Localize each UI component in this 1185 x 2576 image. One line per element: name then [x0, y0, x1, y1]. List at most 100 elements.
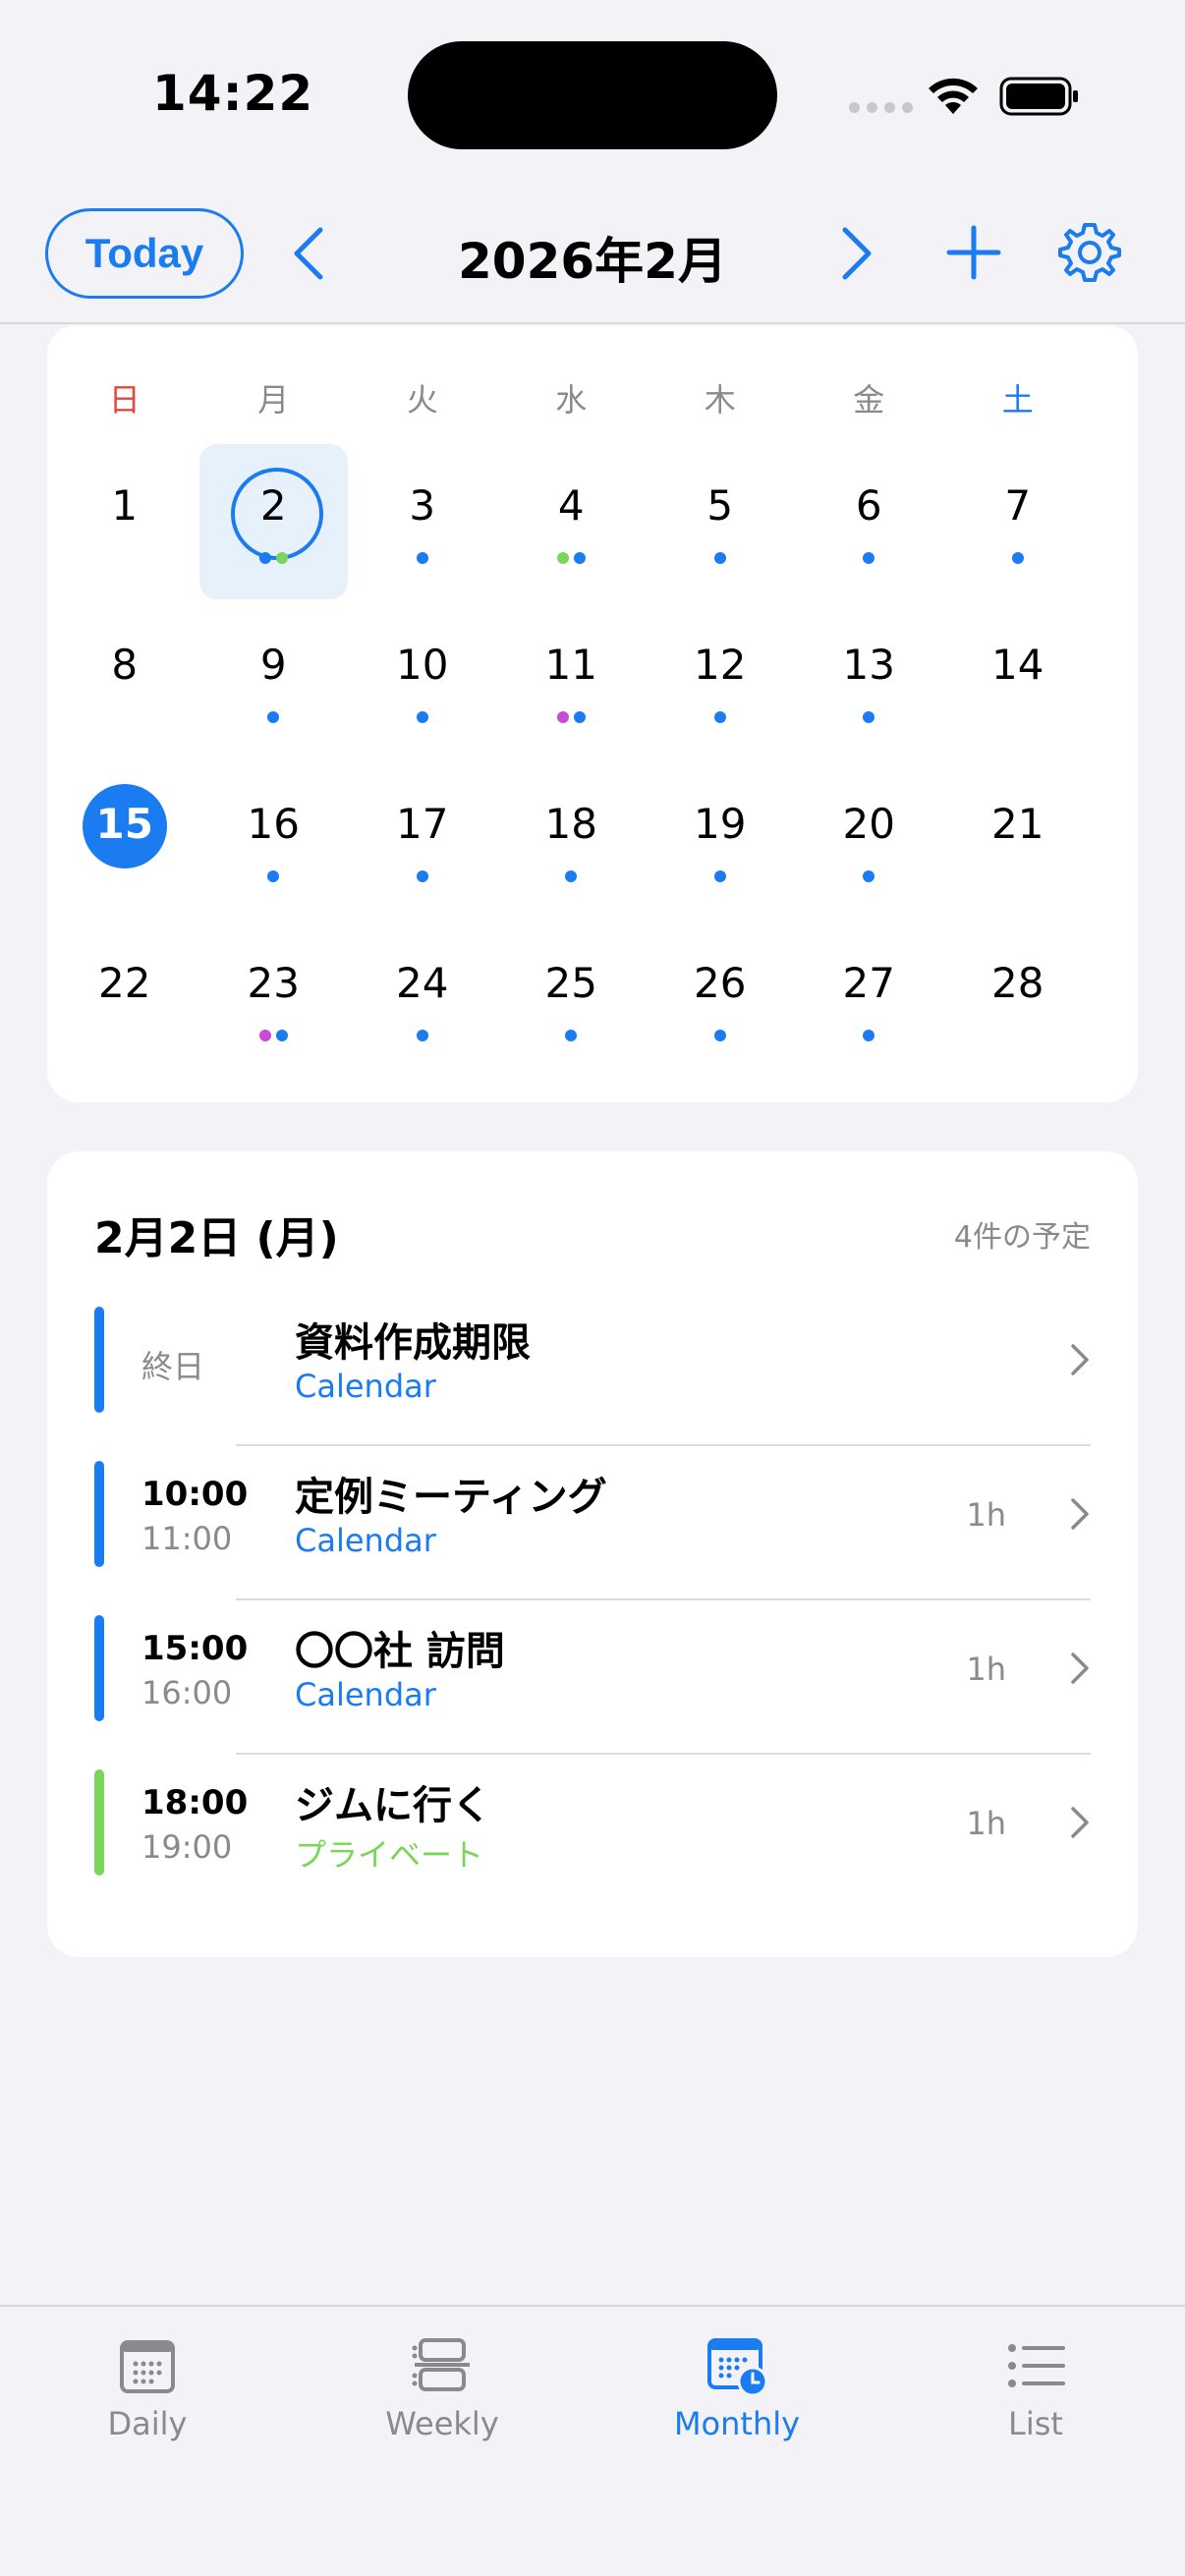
day-number: 13	[842, 641, 895, 689]
today-button[interactable]: Today	[45, 208, 244, 299]
day-cell[interactable]: 21	[943, 762, 1093, 918]
day-cell[interactable]: 9	[199, 603, 349, 758]
chevron-right-icon[interactable]	[833, 222, 880, 285]
dynamic-island	[408, 41, 777, 149]
day-cell[interactable]: 25	[497, 922, 647, 1077]
day-cell[interactable]: 11	[497, 603, 647, 758]
event-color-bar	[94, 1769, 104, 1876]
day-number: 26	[694, 959, 747, 1007]
tab-weekly[interactable]: Weekly	[295, 2307, 590, 2484]
calendar-week-icon	[412, 2338, 470, 2391]
day-cell[interactable]: 16	[199, 762, 349, 918]
day-cell[interactable]: 8	[50, 603, 199, 758]
month-calendar: 日 月 火 水 木 金 土 1 2 3 4 5 6 7 8 9 10 11 12 13 14 15 16 17 1…	[47, 326, 1138, 1102]
day-number: 10	[396, 641, 449, 689]
event-row[interactable]: 15:00 16:00 〇〇社 訪問 Calendar 1h	[47, 1615, 1138, 1769]
event-dots	[646, 1030, 795, 1041]
event-end-time: 19:00	[141, 1828, 233, 1866]
day-cell[interactable]: 24	[348, 922, 497, 1077]
tab-daily[interactable]: Daily	[0, 2307, 295, 2484]
event-color-bar	[94, 1307, 104, 1413]
day-number: 27	[842, 959, 895, 1007]
day-cell[interactable]: 7	[943, 444, 1093, 599]
event-title: ジムに行く	[295, 1783, 491, 1828]
event-duration: 1h	[966, 1651, 1006, 1688]
day-cell-today[interactable]: 15	[50, 762, 199, 918]
event-dots	[795, 711, 944, 723]
day-cell[interactable]: 5	[646, 444, 795, 599]
day-cell[interactable]: 17	[348, 762, 497, 918]
weekday-label: 土	[1001, 381, 1034, 419]
event-row[interactable]: 終日 資料作成期限 Calendar	[47, 1307, 1138, 1461]
day-cell[interactable]: 1	[50, 444, 199, 599]
event-dots	[943, 552, 1093, 564]
tab-monthly[interactable]: Monthly	[590, 2307, 884, 2484]
event-list: 終日 資料作成期限 Calendar 10:00 11:00 定例ミーティング Calend…	[47, 1307, 1138, 1924]
event-dot	[863, 1030, 875, 1041]
calendar-day-icon	[120, 2340, 175, 2393]
chevron-right-icon	[1071, 1652, 1089, 1684]
event-dot	[416, 870, 428, 882]
day-cell[interactable]: 28	[943, 922, 1093, 1077]
day-cell-selected[interactable]: 2	[198, 444, 349, 599]
day-cell[interactable]: 14	[943, 603, 1093, 758]
day-cell[interactable]: 20	[795, 762, 944, 918]
event-calendar-name: Calendar	[295, 1368, 436, 1405]
chevron-left-icon[interactable]	[285, 222, 332, 285]
chevron-right-icon	[1071, 1807, 1089, 1838]
day-cell[interactable]: 18	[497, 762, 647, 918]
day-cell[interactable]: 12	[646, 603, 795, 758]
event-dot	[267, 870, 280, 882]
day-number: 17	[396, 800, 449, 848]
day-cell[interactable]: 22	[50, 922, 199, 1077]
event-dot	[565, 1030, 578, 1041]
event-dot	[416, 552, 428, 564]
weekday-label: 木	[704, 381, 736, 419]
event-dots	[795, 870, 944, 882]
day-number: 7	[1004, 481, 1032, 530]
day-cell[interactable]: 6	[795, 444, 944, 599]
day-cell[interactable]: 3	[348, 444, 497, 599]
day-cell[interactable]: 13	[795, 603, 944, 758]
row-separator	[236, 1444, 1091, 1446]
event-end-time: 16:00	[141, 1674, 233, 1711]
status-bar: 14:22	[0, 0, 1185, 187]
day-events-panel: 2月2日 (月) 4件の予定 終日 資料作成期限 Calendar 10:00 11:0…	[47, 1151, 1138, 1957]
event-dots	[348, 870, 497, 882]
week-row: 8 9 10 11 12 13 14	[50, 603, 1135, 762]
day-cell[interactable]: 10	[348, 603, 497, 758]
day-number: 2	[199, 468, 349, 560]
day-number: 24	[396, 959, 449, 1007]
event-color-bar	[94, 1615, 104, 1721]
event-row[interactable]: 10:00 11:00 定例ミーティング Calendar 1h	[47, 1461, 1138, 1615]
day-grid: 1 2 3 4 5 6 7 8 9 10 11 12 13 14 15 16 17 18 19 20 21 22 23 24 2…	[50, 444, 1135, 1081]
event-start-time: 15:00	[141, 1629, 249, 1668]
event-dot	[713, 552, 726, 564]
event-dot	[416, 1030, 428, 1041]
tab-list[interactable]: List	[888, 2307, 1183, 2484]
event-dot	[1011, 552, 1024, 564]
day-cell[interactable]: 4	[497, 444, 647, 599]
cellular-signal-icon	[849, 102, 913, 113]
day-cell[interactable]: 27	[795, 922, 944, 1077]
status-time: 14:22	[152, 65, 314, 122]
day-number: 23	[247, 959, 300, 1007]
event-calendar-name: Calendar	[295, 1522, 436, 1559]
gear-icon[interactable]	[1057, 220, 1122, 285]
calendar-month-icon	[707, 2338, 768, 2397]
day-number: 5	[706, 481, 734, 530]
event-dot	[863, 711, 875, 723]
day-cell[interactable]: 26	[646, 922, 795, 1077]
weekday-label: 月	[257, 381, 290, 419]
day-cell[interactable]: 19	[646, 762, 795, 918]
day-cell[interactable]: 23	[199, 922, 349, 1077]
event-dots	[497, 1030, 647, 1041]
event-dot	[713, 870, 726, 882]
day-number: 4	[557, 481, 585, 530]
day-number: 6	[855, 481, 882, 530]
event-row[interactable]: 18:00 19:00 ジムに行く プライベート 1h	[47, 1769, 1138, 1924]
week-row: 1 2 3 4 5 6 7	[50, 444, 1135, 603]
event-color-bar	[94, 1461, 104, 1567]
plus-icon[interactable]	[943, 222, 1004, 283]
event-all-day: 終日	[141, 1348, 205, 1385]
